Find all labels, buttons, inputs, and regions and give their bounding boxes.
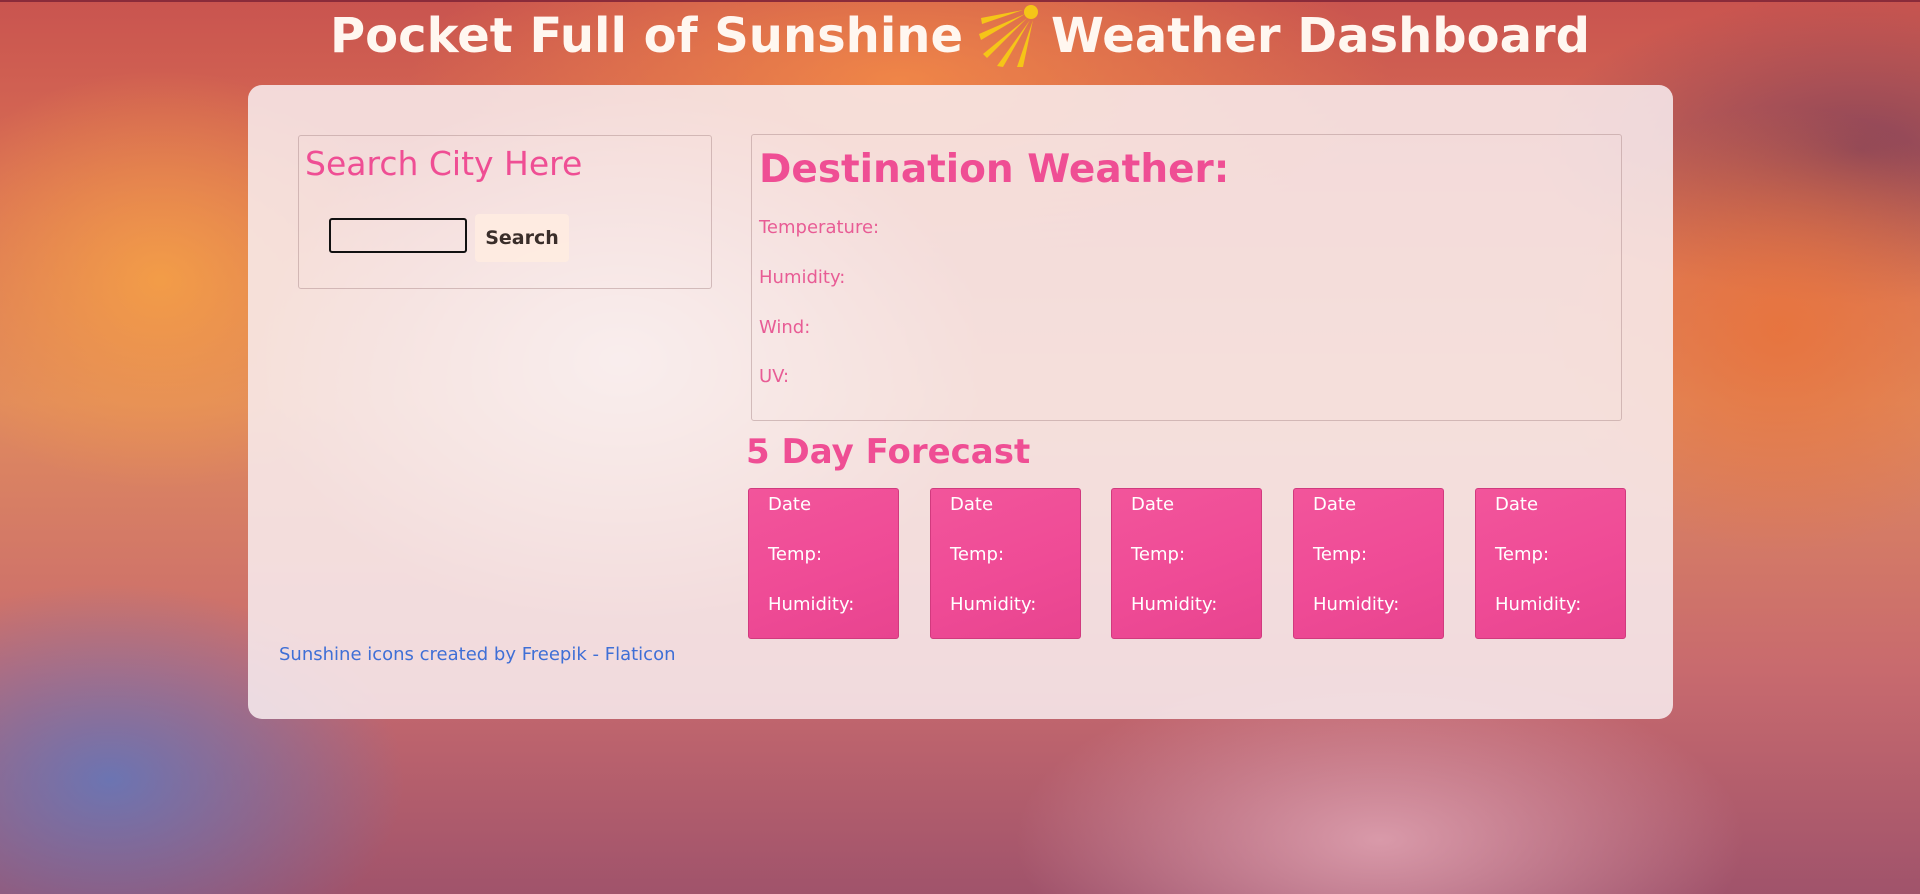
forecast-humidity: Humidity: bbox=[1495, 594, 1582, 615]
forecast-date: Date bbox=[768, 494, 812, 515]
forecast-date: Date bbox=[1495, 494, 1539, 515]
forecast-card: Date Temp: Humidity: bbox=[1111, 488, 1262, 639]
sunshine-icon bbox=[979, 5, 1039, 67]
page-title: Pocket Full of Sunshine Weather Dashboar… bbox=[0, 4, 1920, 68]
forecast-date: Date bbox=[1131, 494, 1175, 515]
search-heading: Search City Here bbox=[305, 144, 583, 183]
forecast-humidity: Humidity: bbox=[950, 594, 1037, 615]
forecast-humidity: Humidity: bbox=[1313, 594, 1400, 615]
top-border bbox=[0, 0, 1920, 2]
icon-credit-link[interactable]: Sunshine icons created by Freepik - Flat… bbox=[279, 644, 675, 665]
title-right: Weather Dashboard bbox=[1051, 8, 1590, 64]
search-section: Search City Here Search bbox=[298, 135, 712, 289]
title-left: Pocket Full of Sunshine bbox=[329, 8, 964, 64]
forecast-humidity: Humidity: bbox=[768, 594, 855, 615]
forecast-temp: Temp: bbox=[768, 544, 823, 565]
forecast-card: Date Temp: Humidity: bbox=[748, 488, 899, 639]
forecast-temp: Temp: bbox=[1131, 544, 1186, 565]
current-weather-section: Destination Weather: Temperature: Humidi… bbox=[751, 134, 1622, 421]
forecast-temp: Temp: bbox=[950, 544, 1005, 565]
forecast-date: Date bbox=[1313, 494, 1357, 515]
forecast-temp: Temp: bbox=[1313, 544, 1368, 565]
forecast-heading: 5 Day Forecast bbox=[746, 432, 1031, 472]
forecast-card: Date Temp: Humidity: bbox=[1475, 488, 1626, 639]
forecast-date: Date bbox=[950, 494, 994, 515]
forecast-card: Date Temp: Humidity: bbox=[930, 488, 1081, 639]
forecast-cards: Date Temp: Humidity: Date Temp: Humidity… bbox=[748, 488, 1626, 639]
forecast-card: Date Temp: Humidity: bbox=[1293, 488, 1444, 639]
uv-label: UV: bbox=[759, 366, 790, 387]
humidity-label: Humidity: bbox=[759, 267, 846, 288]
search-button[interactable]: Search bbox=[475, 214, 569, 262]
forecast-temp: Temp: bbox=[1495, 544, 1550, 565]
forecast-humidity: Humidity: bbox=[1131, 594, 1218, 615]
wind-label: Wind: bbox=[759, 317, 811, 338]
city-search-input[interactable] bbox=[329, 218, 467, 253]
current-weather-heading: Destination Weather: bbox=[759, 147, 1230, 192]
temperature-label: Temperature: bbox=[759, 217, 880, 238]
